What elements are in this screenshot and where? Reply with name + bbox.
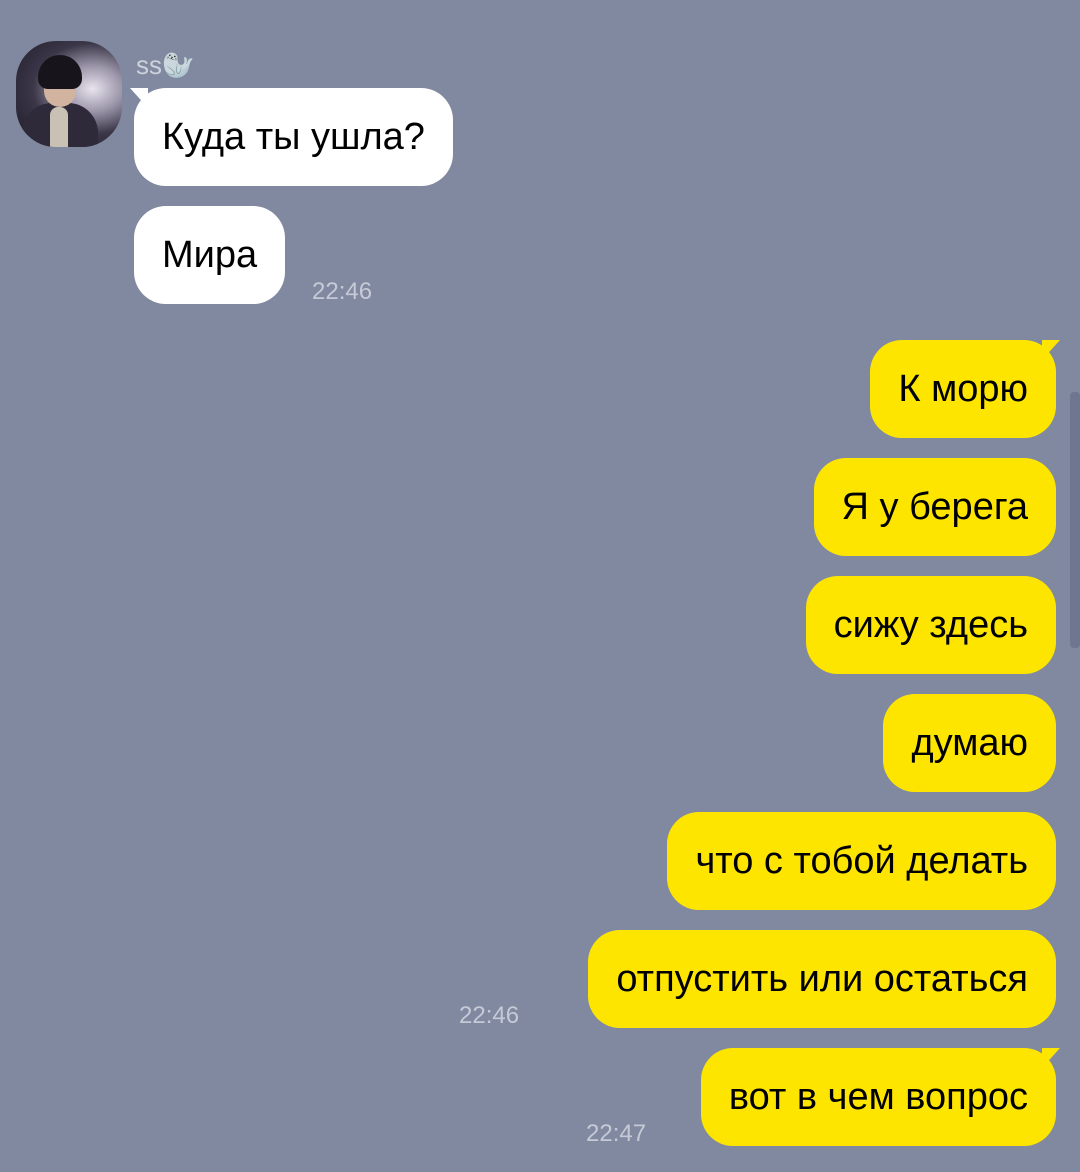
incoming-message-bubble[interactable]: Мира [134,206,286,304]
outgoing-message-bubble[interactable]: сижу здесь [805,576,1056,674]
avatar-photo-hair [38,55,82,89]
outgoing-message-bubble[interactable]: что с тобой делать [667,812,1056,910]
message-timestamp: 22:46 [312,278,373,305]
avatar-photo-shirt [50,107,68,147]
outgoing-message-bubble[interactable]: Я у берега [813,458,1056,556]
sender-name: ss🦭 [136,50,195,80]
message-timestamp: 22:46 [459,1002,520,1029]
incoming-message-bubble[interactable]: Куда ты ушла? [134,88,453,186]
message-timestamp: 22:47 [586,1120,647,1147]
outgoing-message-bubble[interactable]: К морю [870,340,1056,438]
outgoing-message-bubble[interactable]: отпустить или остаться [588,930,1056,1028]
contact-avatar[interactable] [16,41,122,147]
outgoing-message-bubble[interactable]: вот в чем вопрос [700,1048,1056,1146]
outgoing-message-bubble[interactable]: думаю [883,694,1056,792]
chat-scrollbar[interactable] [1070,392,1080,648]
